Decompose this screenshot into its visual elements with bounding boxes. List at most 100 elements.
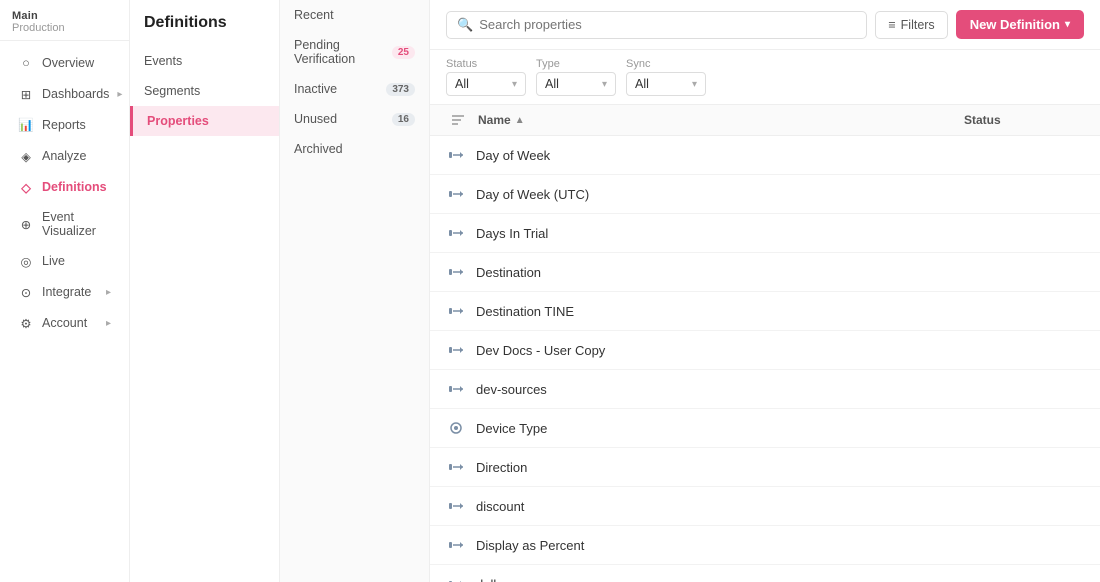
property-line-icon — [446, 535, 466, 555]
property-line-icon — [446, 457, 466, 477]
new-definition-button[interactable]: New Definition ▾ — [956, 10, 1084, 39]
property-circle-icon — [446, 418, 466, 438]
sub-panel-pending-label: Pending Verification — [294, 38, 392, 66]
search-input[interactable] — [479, 17, 856, 32]
filter-status-value: All — [455, 77, 469, 91]
property-line-icon — [446, 340, 466, 360]
sub-panel-inactive-label: Inactive — [294, 82, 337, 96]
row-name: Dev Docs - User Copy — [476, 343, 964, 358]
table-row[interactable]: discount — [430, 487, 1100, 526]
search-icon: 🔍 — [457, 17, 473, 33]
table-row[interactable]: Destination TINE — [430, 292, 1100, 331]
row-name: Direction — [476, 460, 964, 475]
sub-panel-recent-label: Recent — [294, 8, 334, 22]
property-line-icon — [446, 184, 466, 204]
sidebar-item-dashboards[interactable]: ⊞ Dashboards ▸ — [6, 79, 123, 109]
integrate-icon: ⊙ — [18, 284, 34, 300]
table-row[interactable]: Direction — [430, 448, 1100, 487]
row-name: Device Type — [476, 421, 964, 436]
property-line-icon — [446, 223, 466, 243]
sidebar-item-reports[interactable]: 📊 Reports — [6, 110, 123, 140]
second-panel-item-properties[interactable]: Properties — [130, 106, 279, 136]
sidebar-item-label: Overview — [42, 56, 94, 70]
sub-panel-unused-label: Unused — [294, 112, 337, 126]
table-row[interactable]: Day of Week (UTC) — [430, 175, 1100, 214]
sub-panel-item-inactive[interactable]: Inactive 373 — [280, 74, 429, 104]
expand-icon: ▸ — [106, 287, 111, 298]
table-row[interactable]: dollars — [430, 565, 1100, 582]
sidebar-item-overview[interactable]: ○ Overview — [6, 48, 123, 78]
second-panel-nav: Events Segments Properties — [130, 42, 279, 140]
sidebar-item-definitions[interactable]: ◇ Definitions — [6, 172, 123, 202]
sub-panel-archived-label: Archived — [294, 142, 343, 156]
sidebar-item-label: Live — [42, 254, 65, 268]
reports-icon: 📊 — [18, 117, 34, 133]
sidebar-item-event-visualizer[interactable]: ⊕ Event Visualizer — [6, 203, 123, 245]
sub-panel-pending-badge: 25 — [392, 46, 415, 59]
table-header: Name ▲ Status — [430, 105, 1100, 136]
table-rows: Day of Week Day of Week (UTC) Days In Tr… — [430, 136, 1100, 582]
table-col-status-label: Status — [964, 113, 1001, 127]
sidebar-item-live[interactable]: ◎ Live — [6, 246, 123, 276]
sub-panel-item-pending[interactable]: Pending Verification 25 — [280, 30, 429, 74]
table-col-name[interactable]: Name ▲ — [478, 113, 964, 127]
filter-sync-select[interactable]: All ▾ — [626, 72, 706, 96]
filter-bar: Status All ▾ Type All ▾ Sync All ▾ — [430, 50, 1100, 105]
sidebar-item-label: Integrate — [42, 285, 91, 299]
filter-type-label: Type — [536, 58, 616, 70]
sidebar-item-label: Reports — [42, 118, 86, 132]
second-panel-properties-label: Properties — [147, 114, 209, 128]
property-line-icon — [446, 379, 466, 399]
sidebar-main-label: Main — [12, 10, 117, 22]
row-name: Display as Percent — [476, 538, 964, 553]
definitions-icon: ◇ — [18, 179, 34, 195]
row-name: Destination — [476, 265, 964, 280]
sidebar-item-analyze[interactable]: ◈ Analyze — [6, 141, 123, 171]
row-name: Destination TINE — [476, 304, 964, 319]
table-row[interactable]: dev-sources — [430, 370, 1100, 409]
filter-sync-label: Sync — [626, 58, 706, 70]
filter-type-select[interactable]: All ▾ — [536, 72, 616, 96]
table-row[interactable]: Dev Docs - User Copy — [430, 331, 1100, 370]
expand-icon: ▸ — [117, 89, 122, 100]
table-col-name-label: Name — [478, 113, 511, 127]
second-panel-item-events[interactable]: Events — [130, 46, 279, 76]
expand-icon: ▸ — [106, 318, 111, 329]
row-name: dev-sources — [476, 382, 964, 397]
second-panel-item-segments[interactable]: Segments — [130, 76, 279, 106]
account-icon: ⚙ — [18, 315, 34, 331]
table-row[interactable]: Days In Trial — [430, 214, 1100, 253]
row-name: Days In Trial — [476, 226, 964, 241]
sub-panel-unused-badge: 16 — [392, 113, 415, 126]
table-row[interactable]: Display as Percent — [430, 526, 1100, 565]
sub-panel-item-unused[interactable]: Unused 16 — [280, 104, 429, 134]
sidebar-item-integrate[interactable]: ⊙ Integrate ▸ — [6, 277, 123, 307]
filter-sync-value: All — [635, 77, 649, 91]
sub-panel-item-archived[interactable]: Archived — [280, 134, 429, 164]
sidebar-item-label: Event Visualizer — [42, 210, 111, 238]
filters-button[interactable]: ≡ Filters — [875, 11, 947, 39]
sidebar-item-account[interactable]: ⚙ Account ▸ — [6, 308, 123, 338]
table-row[interactable]: Device Type — [430, 409, 1100, 448]
table-row[interactable]: Day of Week — [430, 136, 1100, 175]
sub-panel-item-recent[interactable]: Recent — [280, 0, 429, 30]
sidebar-item-label: Dashboards — [42, 87, 109, 101]
filter-status-select[interactable]: All ▾ — [446, 72, 526, 96]
filter-group-status: Status All ▾ — [446, 58, 526, 96]
row-name: Day of Week — [476, 148, 964, 163]
event-visualizer-icon: ⊕ — [18, 216, 34, 232]
sidebar-header: Main Production — [0, 0, 129, 41]
sidebar: Main Production ○ Overview ⊞ Dashboards … — [0, 0, 130, 582]
main-toolbar: 🔍 ≡ Filters New Definition ▾ — [430, 0, 1100, 50]
dashboards-icon: ⊞ — [18, 86, 34, 102]
row-name: Day of Week (UTC) — [476, 187, 964, 202]
filters-label: Filters — [901, 18, 935, 32]
property-line-icon — [446, 496, 466, 516]
property-line-icon — [446, 574, 466, 582]
filter-group-type: Type All ▾ — [536, 58, 616, 96]
table-row[interactable]: Destination — [430, 253, 1100, 292]
filter-sync-chevron: ▾ — [692, 79, 697, 90]
property-line-icon — [446, 145, 466, 165]
table-col-status: Status — [964, 113, 1084, 127]
search-box[interactable]: 🔍 — [446, 11, 867, 39]
